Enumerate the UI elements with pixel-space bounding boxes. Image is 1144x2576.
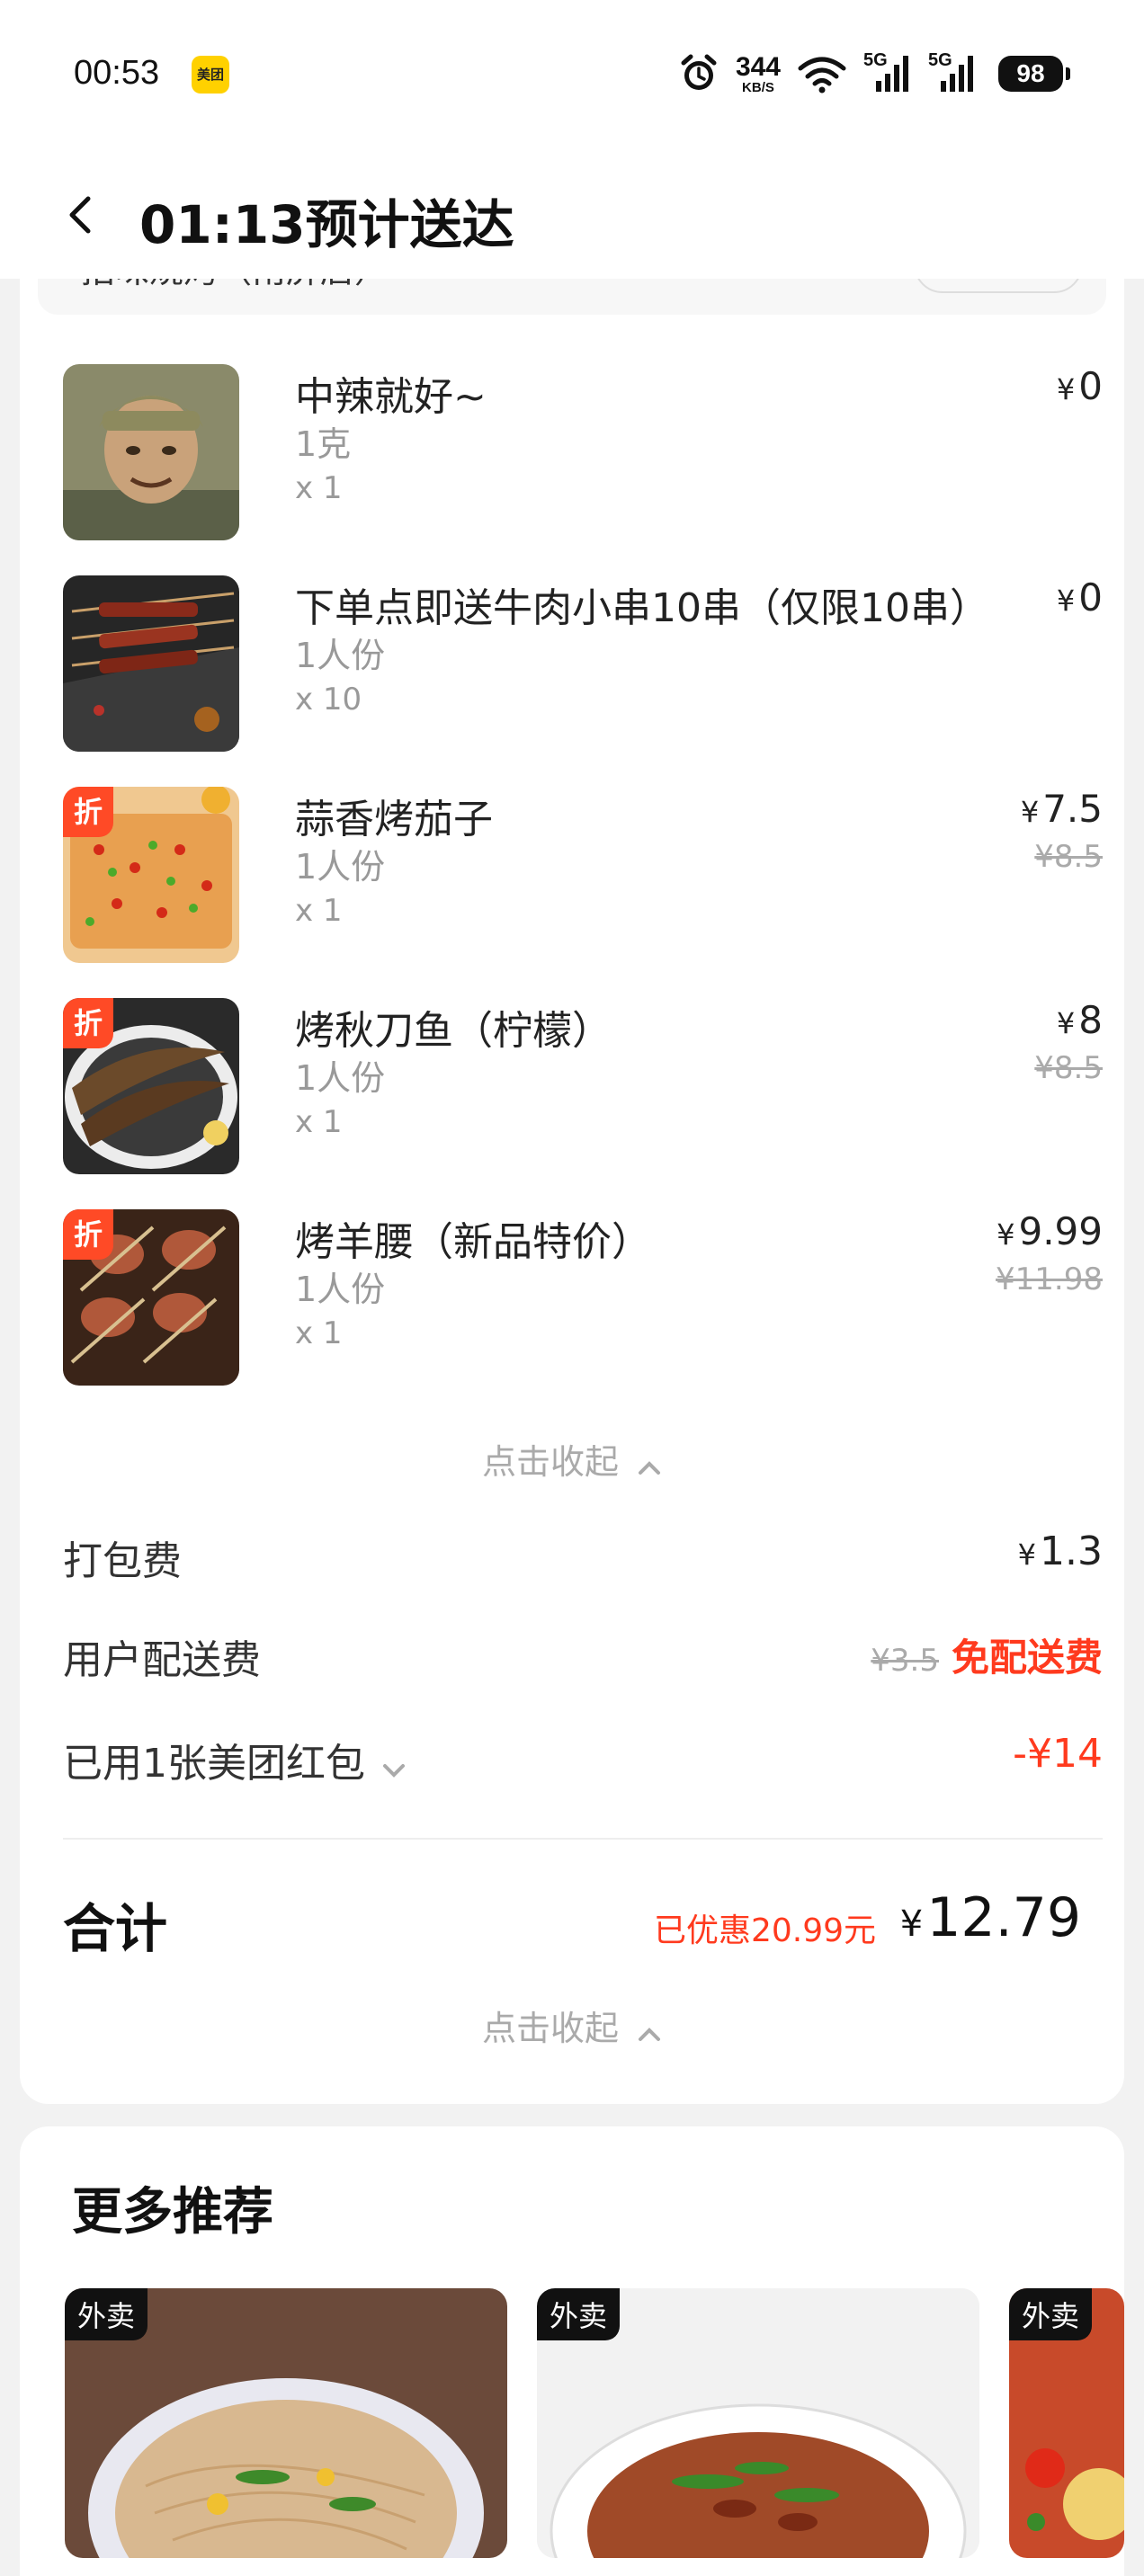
chevron-up-icon	[637, 2011, 662, 2051]
page-header: 01:13预计送达	[0, 148, 1144, 279]
recommendation-item[interactable]: 外卖	[537, 2288, 979, 2558]
delivery-fee-label: 用户配送费	[63, 1637, 261, 1683]
net-speed: 344 KB/S	[735, 51, 781, 95]
delivery-fee-row: 用户配送费 ¥3.5 免配送费	[63, 1627, 1103, 1683]
currency-symbol: ¥	[1056, 372, 1076, 406]
item-name: 蒜香烤茄子	[295, 797, 493, 842]
currency-symbol: ¥	[1056, 1006, 1076, 1040]
item-spec: 1人份	[295, 636, 386, 675]
delivery-fee-original: ¥3.5	[871, 1643, 939, 1679]
item-spec: 1人份	[295, 847, 386, 887]
item-price: ¥9.99	[997, 1209, 1103, 1253]
order-item[interactable]: 折 烤秋刀鱼（柠檬） 1人份 x 1 ¥8 ¥8.5	[63, 998, 1103, 1178]
collapse-label: 点击收起	[481, 2009, 619, 2048]
item-price: ¥7.5	[1021, 787, 1103, 831]
item-price-value: 9.99	[1018, 1209, 1103, 1253]
recommendation-item[interactable]: 外卖	[1009, 2288, 1124, 2558]
page-title: 01:13预计送达	[139, 194, 514, 255]
order-item[interactable]: 中辣就好~ 1克 x 1 ¥0	[63, 364, 1103, 544]
item-original-price: ¥11.98	[996, 1261, 1103, 1297]
currency-symbol: ¥	[997, 1217, 1015, 1252]
collapse-items-button[interactable]: 点击收起	[20, 1434, 1124, 1484]
collapse-label: 点击收起	[481, 1442, 619, 1482]
item-original-price: ¥8.5	[1034, 1050, 1103, 1086]
discount-tag: 折	[63, 1209, 113, 1260]
item-price-value: 0	[1078, 364, 1103, 408]
signal-sim2-icon: 5G	[928, 50, 973, 94]
item-original-price: ¥8.5	[1034, 839, 1103, 875]
item-price-value: 0	[1078, 575, 1103, 619]
net-speed-unit: KB/S	[742, 79, 774, 95]
takeout-tag: 外卖	[537, 2288, 621, 2340]
recommendation-item[interactable]: 外卖	[65, 2288, 507, 2558]
takeout-tag: 外卖	[65, 2288, 148, 2340]
coupon-label-text: 已用1张美团红包	[63, 1741, 365, 1787]
order-item[interactable]: 折 烤羊腰（新品特价） 1人份 x 1 ¥9.99 ¥11.98	[63, 1209, 1103, 1389]
item-name: 中辣就好~	[295, 374, 487, 420]
currency-symbol: ¥	[899, 1903, 924, 1945]
total-amount: ¥12.79	[900, 1886, 1081, 1949]
item-spec: 1人份	[295, 1058, 386, 1098]
discount-tag: 折	[63, 998, 113, 1048]
free-delivery-label: 免配送费	[951, 1636, 1103, 1680]
takeout-tag: 外卖	[1009, 2288, 1093, 2340]
wifi-icon	[797, 54, 847, 94]
net-speed-value: 344	[735, 51, 781, 82]
packing-fee-row: 打包费 ¥1.3	[63, 1529, 1103, 1584]
back-arrow-icon	[69, 196, 91, 234]
item-price-value: 8	[1078, 998, 1103, 1042]
currency-symbol: ¥	[1056, 584, 1076, 618]
packing-fee-amount: 1.3	[1040, 1529, 1103, 1574]
signal-sim1-icon: 5G	[863, 50, 908, 94]
currency-symbol: ¥	[1020, 795, 1040, 829]
item-name: 烤羊腰（新品特价）	[295, 1219, 651, 1265]
order-detail-card: 招味烧烤（南屏店） 已收藏 中辣就好~ 1克 x 1 ¥0	[20, 234, 1124, 2104]
total-saved: 已优惠20.99元	[654, 1912, 877, 1949]
chevron-down-icon	[381, 1743, 407, 1789]
item-image: 折	[63, 1209, 239, 1386]
recommendation-title: 更多推荐	[72, 2183, 273, 2242]
total-amount-value: 12.79	[926, 1886, 1081, 1949]
coupon-row[interactable]: 已用1张美团红包 -¥14	[63, 1731, 1103, 1787]
currency-symbol: ¥	[1017, 1538, 1037, 1572]
item-price-value: 7.5	[1042, 787, 1103, 831]
back-button[interactable]	[61, 195, 101, 235]
status-bar: 00:53 美团 344 KB/S 5G 5G 98	[0, 0, 1144, 148]
order-item[interactable]: 下单点即送牛肉小串10串（仅限10串） 1人份 x 10 ¥0	[63, 575, 1103, 755]
recommendation-section: 更多推荐 外卖 外卖 外卖	[20, 2126, 1124, 2576]
item-quantity: x 1	[295, 1315, 343, 1351]
battery-indicator: 98	[998, 56, 1070, 92]
item-spec: 1人份	[295, 1270, 386, 1309]
coupon-value: -¥14	[1013, 1731, 1103, 1777]
item-image	[63, 575, 239, 752]
item-price: ¥0	[1057, 575, 1103, 619]
item-price: ¥8	[1057, 998, 1103, 1042]
item-image: 折	[63, 998, 239, 1174]
packing-fee-label: 打包费	[63, 1538, 182, 1584]
delivery-fee-value: ¥3.5 免配送费	[871, 1627, 1103, 1682]
packing-fee-value: ¥1.3	[1018, 1529, 1103, 1574]
order-item[interactable]: 折 蒜香烤茄子 1人份 x 1 ¥7.5 ¥8.5	[63, 787, 1103, 967]
item-spec: 1克	[295, 424, 352, 464]
chevron-up-icon	[637, 1445, 662, 1484]
item-quantity: x 1	[295, 470, 343, 506]
total-label: 合计	[63, 1898, 168, 1959]
coupon-label[interactable]: 已用1张美团红包	[63, 1731, 407, 1789]
collapse-summary-button[interactable]: 点击收起	[20, 2001, 1124, 2051]
status-time: 00:53	[74, 54, 160, 92]
item-quantity: x 1	[295, 1104, 343, 1140]
discount-tag: 折	[63, 787, 113, 837]
item-name: 烤秋刀鱼（柠檬）	[295, 1008, 612, 1054]
meituan-app-icon: 美团	[192, 56, 229, 94]
divider	[63, 1838, 1103, 1840]
alarm-icon	[678, 53, 719, 94]
item-image: 折	[63, 787, 239, 963]
item-quantity: x 10	[295, 682, 362, 718]
item-name: 下单点即送牛肉小串10串（仅限10串）	[295, 585, 989, 631]
item-quantity: x 1	[295, 893, 343, 929]
item-image	[63, 364, 239, 540]
item-price: ¥0	[1057, 364, 1103, 408]
